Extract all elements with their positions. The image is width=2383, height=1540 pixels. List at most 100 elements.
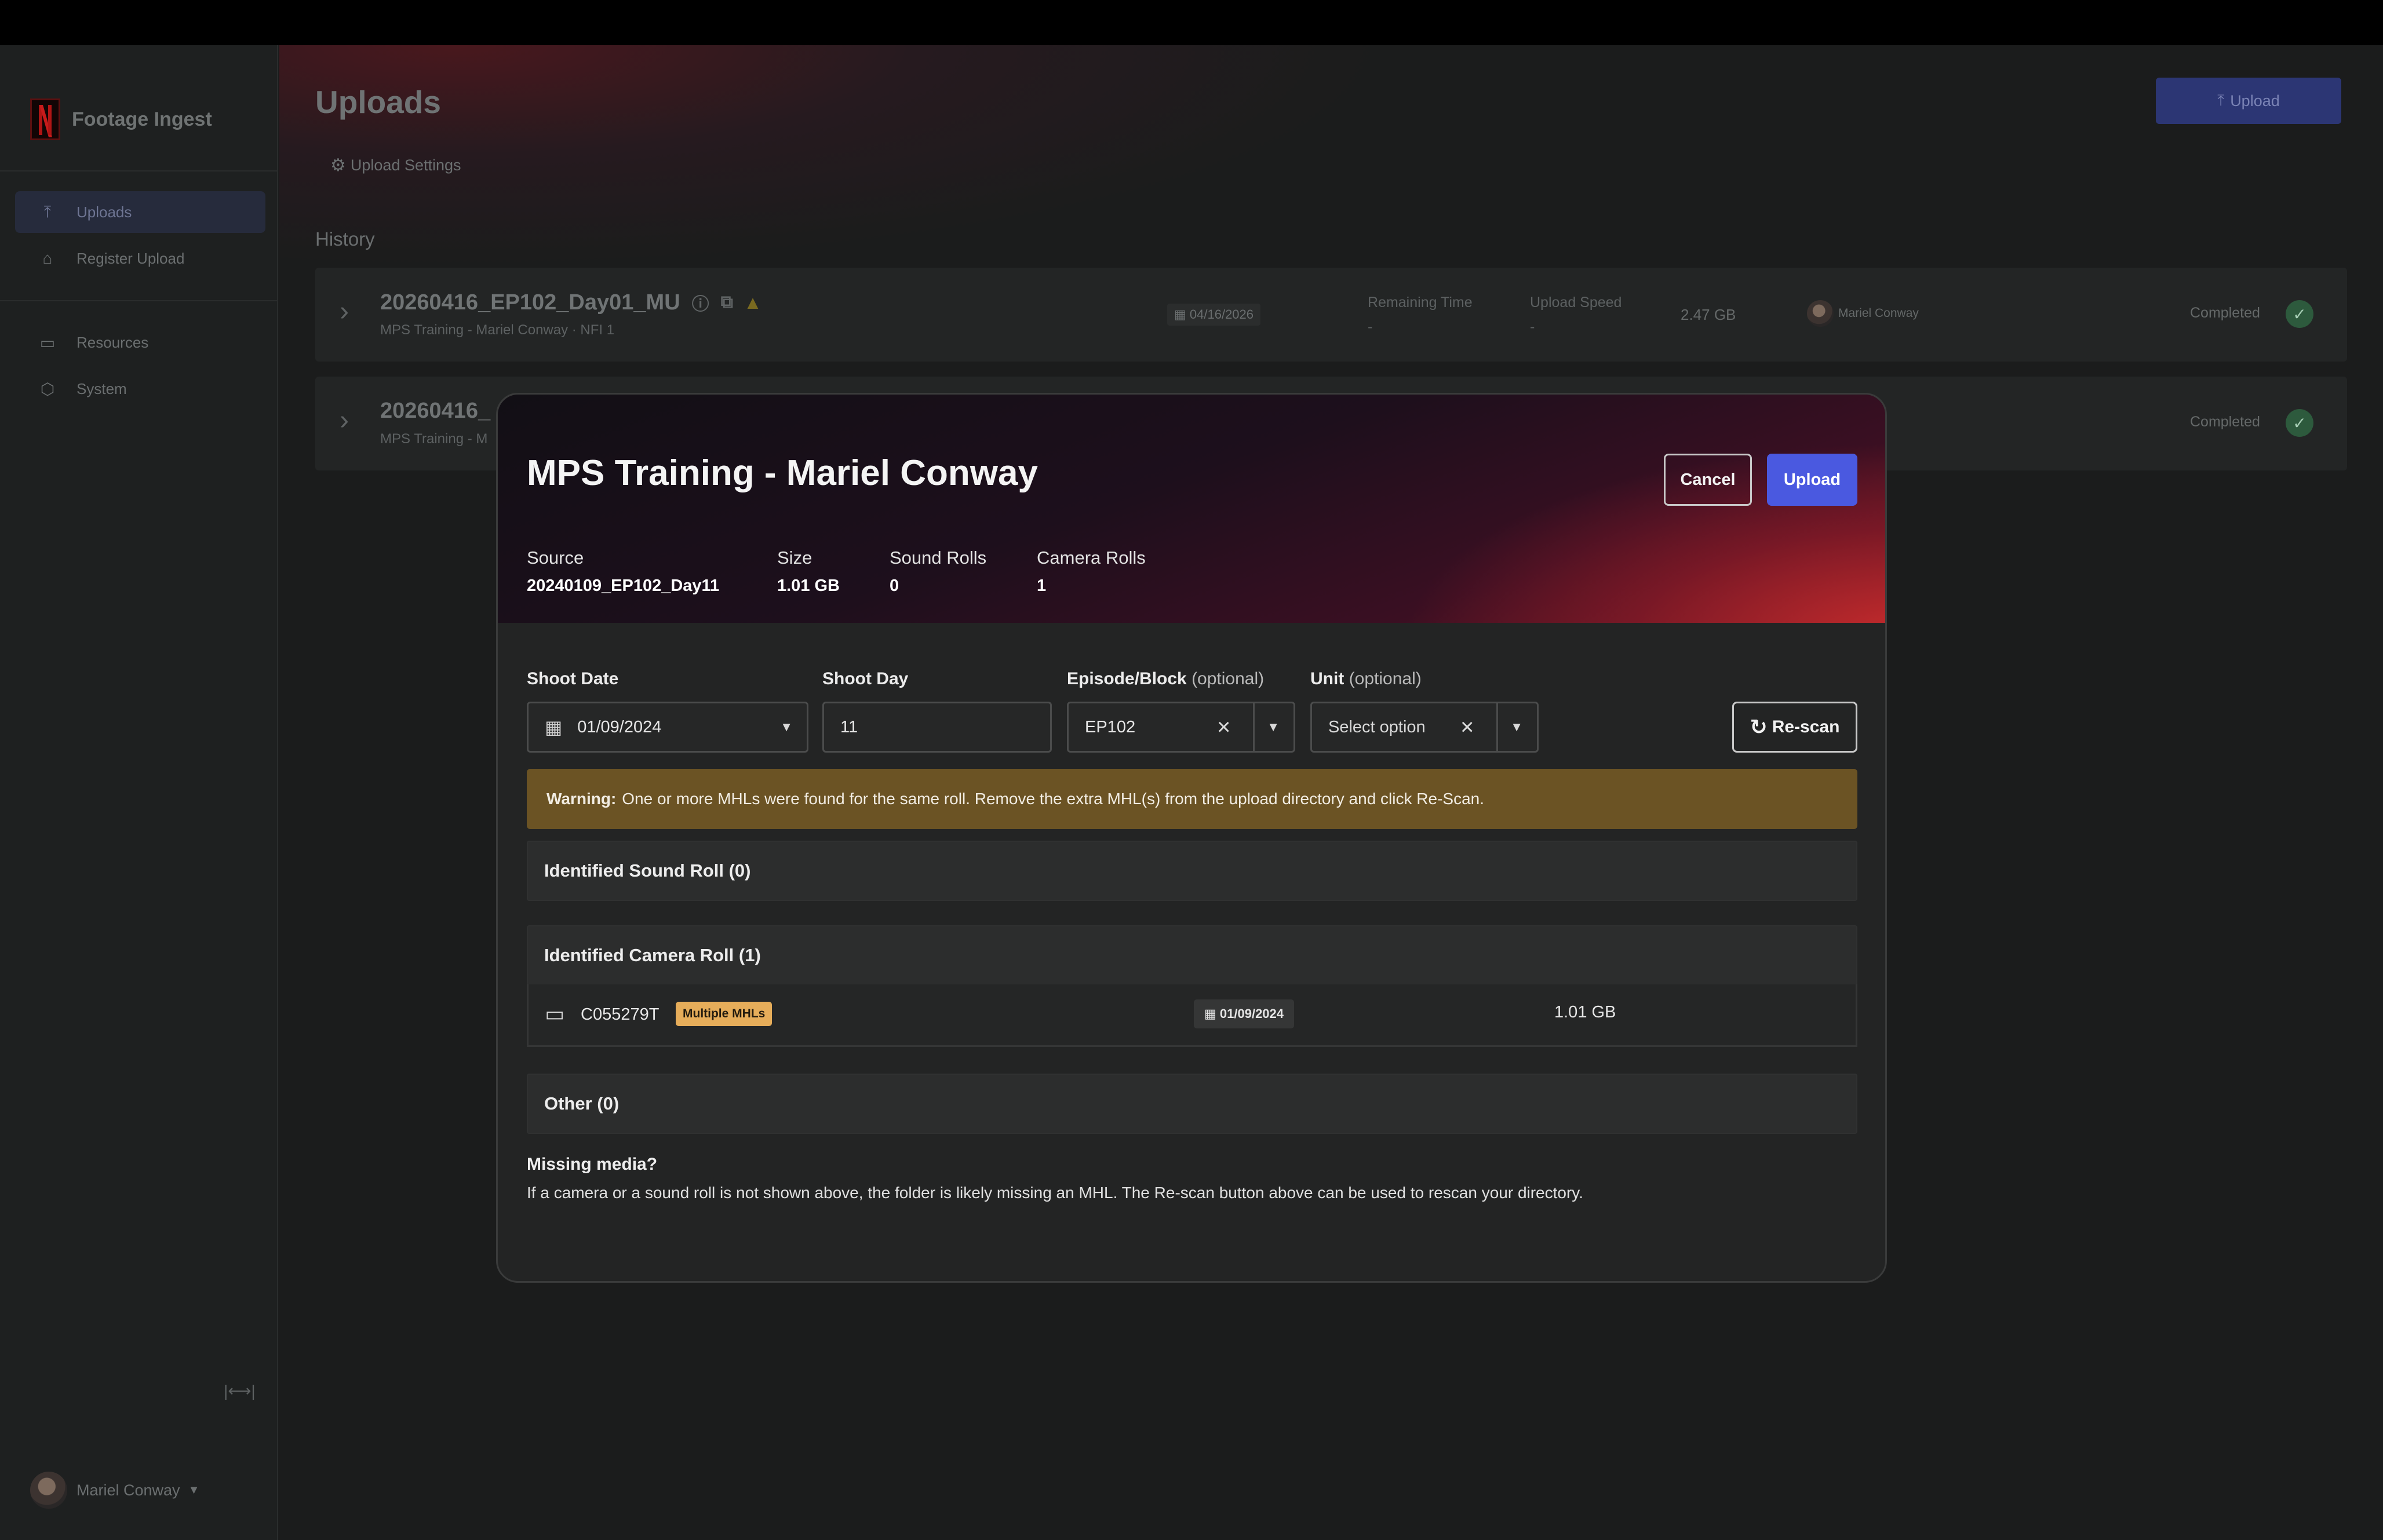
sidebar-item-label: Register Upload bbox=[76, 249, 185, 267]
clear-icon[interactable]: × bbox=[1217, 714, 1230, 740]
roll-name: C055279T bbox=[581, 1005, 659, 1024]
unit-select[interactable]: Select option × ▼ bbox=[1310, 702, 1539, 753]
upload-size: 2.47 GB bbox=[1681, 306, 1736, 323]
brand[interactable]: Footage Ingest bbox=[30, 96, 212, 143]
meta-key: Sound Rolls bbox=[890, 548, 987, 568]
check-circle-icon: ✓ bbox=[2286, 409, 2313, 437]
meta-key: Size bbox=[777, 548, 812, 568]
date-badge: ▦ 04/16/2026 bbox=[1167, 304, 1261, 326]
caret-down-icon[interactable]: ▼ bbox=[1267, 720, 1280, 735]
chevron-down-icon: ▼ bbox=[188, 1483, 200, 1497]
upload-subtitle: MPS Training - M bbox=[380, 431, 488, 447]
upload-name: 20260416_ bbox=[380, 399, 490, 424]
optional-hint: (optional) bbox=[1192, 669, 1265, 688]
unit-placeholder: Select option bbox=[1328, 717, 1426, 736]
section-other[interactable]: Other (0) bbox=[527, 1074, 1857, 1134]
user-menu[interactable]: Mariel Conway ▼ bbox=[30, 1472, 199, 1509]
upload-settings-label: Upload Settings bbox=[350, 156, 461, 174]
user-name: Mariel Conway bbox=[76, 1481, 180, 1499]
shoot-date-picker[interactable]: ▦ 01/09/2024 ▼ bbox=[527, 702, 808, 753]
meta-value: 1.01 GB bbox=[777, 576, 840, 595]
warning-text: One or more MHLs were found for the same… bbox=[622, 790, 1484, 808]
owner-name: Mariel Conway bbox=[1838, 306, 1919, 320]
refresh-icon: ↻ bbox=[1750, 715, 1768, 739]
modal-title: MPS Training - Mariel Conway bbox=[527, 453, 1038, 493]
chevron-right-icon[interactable]: › bbox=[340, 404, 349, 436]
shoot-date-label: Shoot Date bbox=[527, 669, 619, 688]
upload-speed-label: Upload Speed bbox=[1530, 294, 1622, 311]
upload-icon: ⤒ bbox=[43, 202, 52, 221]
external-link-icon[interactable]: ⧉ bbox=[721, 293, 733, 312]
sidebar-item-label: Uploads bbox=[76, 203, 132, 221]
warning-prefix: Warning: bbox=[546, 790, 617, 808]
missing-media-text: If a camera or a sound roll is not shown… bbox=[527, 1184, 1584, 1202]
divider bbox=[1496, 703, 1498, 751]
cube-icon: ⬡ bbox=[40, 379, 55, 398]
upload-icon: ⤒ bbox=[2217, 92, 2225, 109]
upload-name: 20260416_EP102_Day01_MU ⓘ ⧉ ▲ bbox=[380, 290, 762, 315]
clear-icon[interactable]: × bbox=[1460, 714, 1474, 740]
help-icon[interactable]: ⓘ bbox=[692, 290, 709, 315]
sidebar-item-resources[interactable]: ▭ Resources bbox=[15, 322, 265, 363]
upload-modal: MPS Training - Mariel Conway Cancel Uplo… bbox=[496, 393, 1887, 1283]
optional-hint: (optional) bbox=[1349, 669, 1422, 688]
sidebar-item-label: System bbox=[76, 379, 127, 397]
sidebar-item-uploads[interactable]: ⤒ Uploads bbox=[15, 191, 265, 233]
unit-label: Unit (optional) bbox=[1310, 669, 1422, 689]
mhl-warning-banner: Warning: One or more MHLs were found for… bbox=[527, 769, 1857, 829]
chevron-right-icon[interactable]: › bbox=[340, 295, 349, 327]
section-camera-rolls[interactable]: Identified Camera Roll (1) bbox=[527, 925, 1857, 986]
meta-value: 1 bbox=[1037, 576, 1047, 595]
divider bbox=[1253, 703, 1255, 751]
collapse-sidebar-icon[interactable]: |⟷| bbox=[224, 1381, 256, 1400]
upload-button[interactable]: ⤒ Upload bbox=[2156, 78, 2341, 124]
upload-settings-link[interactable]: ⚙ Upload Settings bbox=[330, 155, 461, 176]
rescan-label: Re-scan bbox=[1772, 717, 1840, 736]
modal-header: MPS Training - Mariel Conway Cancel Uplo… bbox=[498, 395, 1885, 623]
episode-label: Episode/Block (optional) bbox=[1067, 669, 1264, 689]
meta-value: 0 bbox=[890, 576, 899, 595]
section-sound-rolls[interactable]: Identified Sound Roll (0) bbox=[527, 841, 1857, 901]
calendar-icon: ▦ bbox=[545, 717, 563, 738]
missing-media-heading: Missing media? bbox=[527, 1155, 658, 1174]
sidebar-divider bbox=[0, 170, 278, 171]
rescan-button[interactable]: ↻ Re-scan bbox=[1732, 702, 1857, 753]
episode-value: EP102 bbox=[1085, 717, 1136, 736]
meta-key: Camera Rolls bbox=[1037, 548, 1146, 568]
sidebar: Footage Ingest ⤒ Uploads ⌂ Register Uplo… bbox=[0, 45, 278, 1540]
home-icon: ⌂ bbox=[42, 249, 53, 267]
episode-select[interactable]: EP102 × ▼ bbox=[1067, 702, 1295, 753]
warning-icon: ▲ bbox=[744, 291, 762, 313]
history-row[interactable]: › 20260416_EP102_Day01_MU ⓘ ⧉ ▲ MPS Trai… bbox=[315, 268, 2347, 362]
sidebar-item-register-upload[interactable]: ⌂ Register Upload bbox=[15, 238, 265, 279]
avatar bbox=[30, 1472, 67, 1509]
meta-value: 20240109_EP102_Day11 bbox=[527, 576, 720, 595]
status-text: Completed bbox=[2190, 305, 2260, 321]
camera-roll-row: ▭ C055279T Multiple MHLs ▦ 01/09/2024 1.… bbox=[527, 984, 1857, 1047]
shoot-day-input[interactable]: 11 bbox=[822, 702, 1052, 753]
caret-down-icon: ▼ bbox=[780, 720, 793, 734]
date-text: 04/16/2026 bbox=[1189, 307, 1254, 322]
window-top-bar bbox=[0, 0, 2383, 45]
remaining-time-label: Remaining Time bbox=[1368, 294, 1473, 311]
upload-owner: Mariel Conway bbox=[1807, 300, 1919, 327]
cancel-button[interactable]: Cancel bbox=[1664, 454, 1752, 506]
sidebar-item-label: Resources bbox=[76, 333, 149, 351]
calendar-icon: ▦ bbox=[1204, 1006, 1220, 1021]
roll-date: 01/09/2024 bbox=[1219, 1006, 1284, 1021]
shoot-day-value: 11 bbox=[840, 717, 858, 736]
upload-speed-value: - bbox=[1530, 319, 1535, 335]
upload-name-text: 20260416_ bbox=[380, 399, 491, 423]
book-icon: ▭ bbox=[39, 333, 56, 352]
caret-down-icon[interactable]: ▼ bbox=[1510, 720, 1523, 735]
meta-camera-rolls: Camera Rolls 1 bbox=[1037, 548, 1146, 596]
meta-size: Size 1.01 GB bbox=[777, 548, 840, 596]
history-heading: History bbox=[315, 228, 375, 250]
upload-button-label: Upload bbox=[2230, 92, 2280, 110]
confirm-upload-button[interactable]: Upload bbox=[1767, 454, 1857, 506]
netflix-logo-icon bbox=[30, 98, 60, 140]
unit-label-text: Unit bbox=[1310, 669, 1344, 688]
sidebar-item-system[interactable]: ⬡ System bbox=[15, 368, 265, 410]
shoot-day-label: Shoot Day bbox=[822, 669, 909, 688]
multiple-mhls-badge: Multiple MHLs bbox=[676, 1002, 773, 1026]
